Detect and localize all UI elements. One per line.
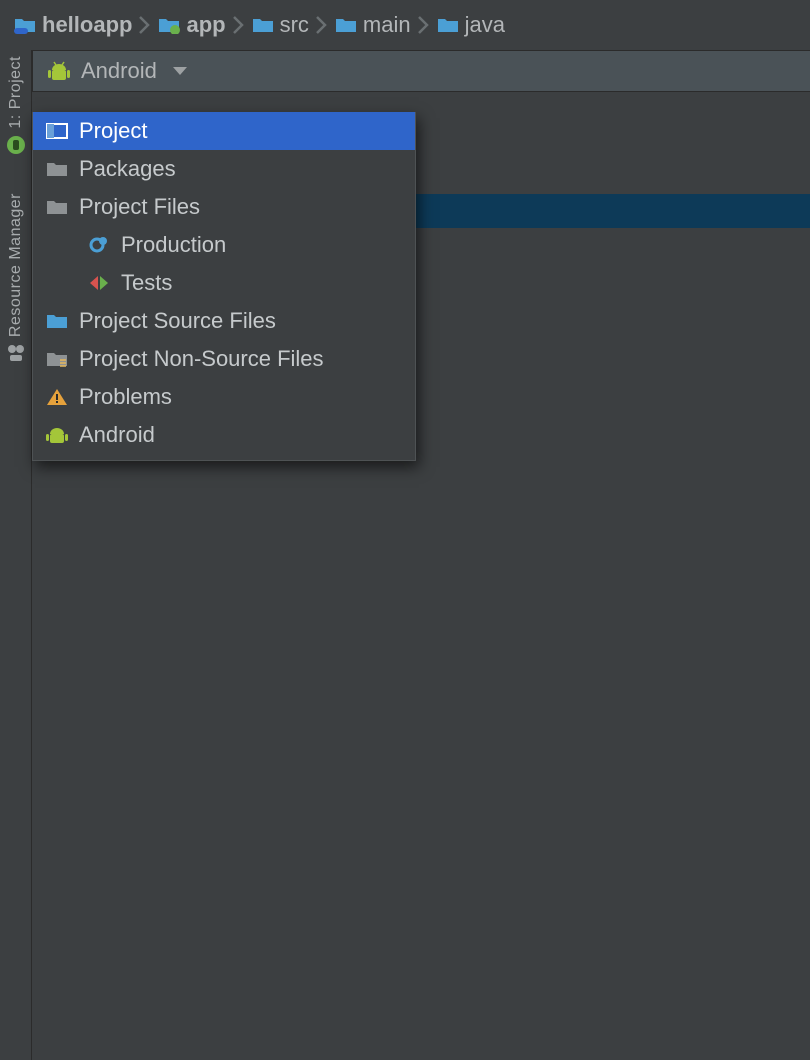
folder-grey-icon [45,198,69,216]
crumb-src[interactable]: src [252,12,309,38]
gear-icon [87,235,111,255]
popup-item-label: Production [121,232,226,258]
crumb-label: helloapp [42,12,132,38]
popup-item-label: Project Files [79,194,200,220]
popup-item-label: Project [79,118,147,144]
chevron-icon [138,14,152,36]
layout-icon [45,122,69,140]
project-folder-icon [14,16,36,34]
chevron-icon [232,14,246,36]
chevron-icon [417,14,431,36]
popup-item-label: Project Source Files [79,308,276,334]
popup-item-problems[interactable]: Problems [33,378,415,416]
popup-item-project-source-files[interactable]: Project Source Files [33,302,415,340]
warning-icon [45,387,69,407]
popup-item-label: Problems [79,384,172,410]
crumb-app[interactable]: app [158,12,225,38]
android-studio-icon [6,135,26,155]
popup-item-project-files[interactable]: Project Files [33,188,415,226]
folder-icon [335,16,357,34]
popup-item-label: Project Non-Source Files [79,346,324,372]
popup-item-label: Tests [121,270,172,296]
popup-item-label: Android [79,422,155,448]
crumb-label: src [280,12,309,38]
sidebar-tab-resource-manager[interactable]: Resource Manager [6,193,26,363]
crumb-label: main [363,12,411,38]
folder-grey-icon [45,160,69,178]
crumb-label: app [186,12,225,38]
popup-item-project[interactable]: Project [33,112,415,150]
view-mode-popup: Project Packages Project Files Productio… [32,112,416,461]
folder-icon [437,16,459,34]
module-folder-icon [158,16,180,34]
resource-manager-icon [6,343,26,363]
crumb-helloapp[interactable]: helloapp [14,12,132,38]
breadcrumb: helloapp app src main java [0,0,810,50]
popup-item-project-non-source-files[interactable]: Project Non-Source Files [33,340,415,378]
popup-item-production[interactable]: Production [33,226,415,264]
android-icon [45,425,69,445]
folder-icon [252,16,274,34]
tool-window-bar: 1: Project Resource Manager [0,50,32,1060]
popup-item-tests[interactable]: Tests [33,264,415,302]
sidebar-tab-label: 1: Project [7,56,25,129]
crumb-label: java [465,12,505,38]
popup-item-packages[interactable]: Packages [33,150,415,188]
chevron-down-icon [173,67,187,75]
chevron-icon [315,14,329,36]
folder-lines-icon [45,350,69,368]
arrows-icon [87,273,111,293]
sidebar-tab-project[interactable]: 1: Project [6,56,26,155]
view-mode-dropdown[interactable]: Android [32,50,810,92]
view-mode-label: Android [81,58,157,84]
sidebar-tab-label: Resource Manager [7,193,25,337]
crumb-java[interactable]: java [437,12,505,38]
project-tool-window: Android Project Packages [32,50,810,1060]
folder-blue-icon [45,312,69,330]
crumb-main[interactable]: main [335,12,411,38]
popup-item-label: Packages [79,156,176,182]
popup-item-android[interactable]: Android [33,416,415,454]
android-icon [47,60,71,82]
